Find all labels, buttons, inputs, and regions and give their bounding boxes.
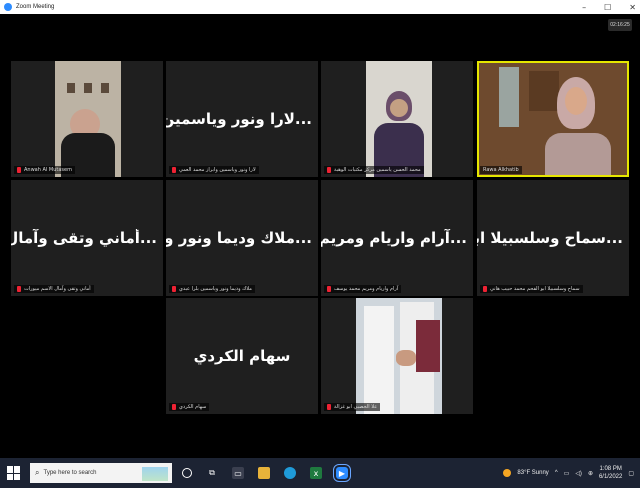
meeting-timer: 02:16:25 [608, 19, 632, 31]
participant-video [479, 63, 627, 175]
search-placeholder: Type here to search [43, 470, 97, 476]
participant-display-name: سهام الكردي [193, 347, 291, 365]
task-view-icon[interactable]: ⧉ [206, 467, 218, 479]
window-controls: – ☐ ✕ [582, 0, 636, 14]
weather-sun-icon [503, 469, 512, 477]
participant-name: أماني وتقى وآمال الاسم ميورات [14, 285, 94, 293]
participant-tile-3[interactable]: محمد الحسن ياسمين مركز مكتبات الوهبة [321, 61, 473, 177]
cortana-icon[interactable] [182, 468, 192, 478]
participant-video [366, 61, 432, 177]
participant-tile-10[interactable]: علا الحصبي ابو غزالة [321, 298, 473, 414]
participant-name: سهام الكردي [169, 403, 210, 411]
participant-video [356, 298, 442, 414]
muted-mic-icon [172, 167, 176, 173]
volume-icon[interactable]: ◁) [575, 470, 582, 477]
window-titlebar: Zoom Meeting – ☐ ✕ [0, 0, 640, 14]
muted-mic-icon [327, 167, 331, 173]
minimize-icon[interactable]: – [582, 3, 586, 12]
system-tray: 83°F Sunny ^ ▭ ◁) ⊕ 1:08 PM 6/1/2022 ▢ [503, 458, 634, 488]
taskbar-clock[interactable]: 1:08 PM 6/1/2022 [599, 465, 622, 481]
participant-tile-9[interactable]: سهام الكردي سهام الكردي [166, 298, 318, 414]
taskbar-pinned-apps: ⧉ ▭ x ▶ [182, 464, 351, 482]
weather-text[interactable]: 83°F Sunny [517, 470, 548, 476]
notification-icon[interactable]: ▢ [628, 470, 634, 477]
participant-name: آرام واريام ومريم محمد يوسف [324, 285, 402, 293]
language-icon[interactable]: ⊕ [588, 470, 593, 477]
zoom-logo-icon [4, 3, 12, 11]
clock-time: 1:08 PM [599, 466, 622, 472]
muted-mic-icon [483, 286, 487, 292]
clock-date: 6/1/2022 [598, 474, 623, 480]
edge-browser-icon[interactable] [284, 467, 296, 479]
participant-tile-7[interactable]: ...آرام واريام ومريم آرام واريام ومريم م… [321, 180, 473, 296]
participant-video [55, 61, 121, 177]
participant-name: ملاك وديما ونور وياسمين بلرا عبدي [169, 285, 255, 293]
maximize-icon[interactable]: ☐ [604, 3, 611, 12]
close-icon[interactable]: ✕ [629, 3, 636, 12]
window-title: Zoom Meeting [16, 4, 55, 10]
chevron-up-icon[interactable]: ^ [555, 470, 558, 476]
search-highlight-image [142, 467, 168, 481]
participant-tile-6[interactable]: ...ملاك وديما ونور وا ملاك وديما ونور وي… [166, 180, 318, 296]
network-icon[interactable]: ▭ [564, 470, 570, 477]
participant-name: محمد الحسن ياسمين مركز مكتبات الوهبة [324, 166, 424, 174]
participant-display-name: ...ملاك وديما ونور وا [166, 229, 312, 247]
participant-tile-5[interactable]: ...أماني وتقى وآمال أماني وتقى وآمال الا… [11, 180, 163, 296]
participant-name: علا الحصبي ابو غزالة [324, 403, 381, 411]
participant-tile-2[interactable]: ...لارا ونور وياسمين لارا ونور وياسمين و… [166, 61, 318, 177]
file-explorer-folder-icon[interactable] [258, 467, 270, 479]
muted-mic-icon [327, 404, 331, 410]
muted-mic-icon [172, 286, 176, 292]
excel-icon[interactable]: x [310, 467, 322, 479]
participant-tile-8[interactable]: ...سماح وسلسبيلا ابـ سماح وسلسبيلا ابو ا… [477, 180, 629, 296]
zoom-app-icon[interactable]: ▶ [333, 464, 351, 482]
participant-tile-1[interactable]: Anwah Al Mutasem [11, 61, 163, 177]
participant-name: لارا ونور وياسمين وابراز محمد العمي [169, 166, 259, 174]
muted-mic-icon [327, 286, 331, 292]
participant-display-name: ...أماني وتقى وآمال [11, 229, 157, 247]
participant-name: سماح وسلسبيلا ابو الفحم محمد حبيب هاني [480, 285, 583, 293]
participant-display-name: ...لارا ونور وياسمين [166, 110, 312, 128]
taskbar-search-box[interactable]: ⌕ Type here to search [30, 463, 172, 483]
search-icon: ⌕ [35, 468, 40, 477]
muted-mic-icon [172, 404, 176, 410]
muted-mic-icon [17, 286, 21, 292]
participant-name: Anwah Al Mutasem [14, 166, 75, 174]
participant-display-name: ...سماح وسلسبيلا ابـ [477, 229, 623, 247]
file-explorer-icon[interactable]: ▭ [232, 467, 244, 479]
muted-mic-icon [17, 167, 21, 173]
windows-start-icon[interactable] [7, 466, 21, 480]
windows-taskbar: ⌕ Type here to search ⧉ ▭ x ▶ 83°F Sunny… [0, 458, 640, 488]
participant-name: Rawa Alkhatib [480, 166, 522, 174]
participant-tile-4[interactable]: Rawa Alkhatib [477, 61, 629, 177]
participant-display-name: ...آرام واريام ومريم [321, 229, 467, 247]
